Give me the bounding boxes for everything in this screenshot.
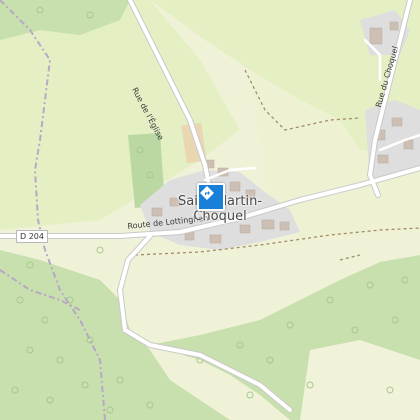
map-view[interactable]: D 204 Route de Lottinghen Rue de l'Églis…: [0, 0, 420, 420]
forest-area-west: [0, 250, 230, 420]
directions-diamond-icon: [200, 186, 214, 200]
location-pin-icon[interactable]: [197, 183, 225, 211]
road-shield-d204: D 204: [16, 230, 48, 243]
